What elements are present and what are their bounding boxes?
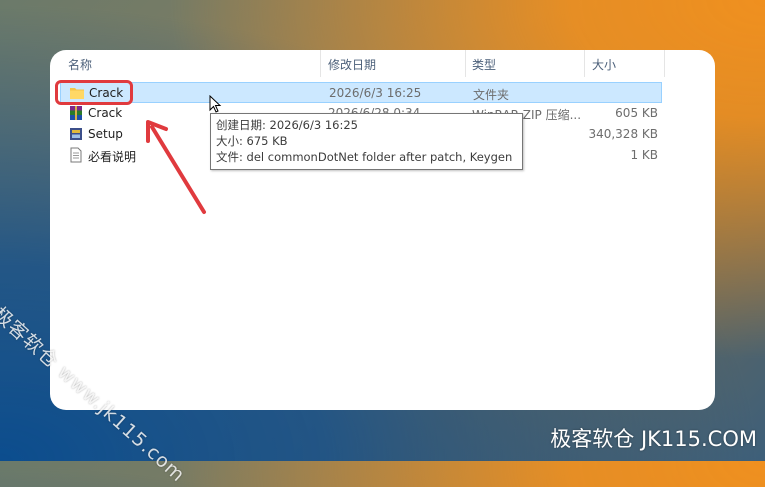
annotation-arrow-icon <box>146 120 206 214</box>
tooltip-size: 大小: 675 KB <box>216 134 288 148</box>
mouse-cursor-icon <box>209 95 222 113</box>
tooltip-created-date: 创建日期: 2026/6/3 16:25 <box>216 118 358 132</box>
corner-watermark: 极客软仓 JK115.COM <box>550 427 757 451</box>
tooltip-files: 文件: del commonDotNet folder after patch,… <box>216 150 513 164</box>
file-info-tooltip: 创建日期: 2026/6/3 16:25 大小: 675 KB 文件: del … <box>210 113 523 170</box>
